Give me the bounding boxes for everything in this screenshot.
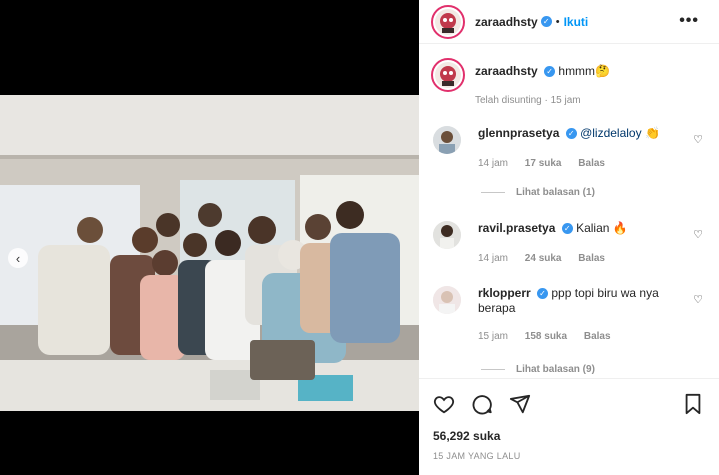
heart-icon[interactable]	[433, 393, 455, 415]
comment-time[interactable]: 14 jam	[478, 253, 508, 264]
post-header: zaraadhsty ✓ • Ikuti •••	[419, 0, 719, 44]
bookmark-icon[interactable]	[683, 393, 703, 415]
comment-item: glennprasetya ✓ @lizdelaloy 👏 14 jam 17 …	[433, 126, 713, 171]
comment-like-heart-icon[interactable]: ♡	[693, 228, 703, 241]
separator-dot: •	[555, 15, 560, 28]
post-timestamp[interactable]: 15 JAM YANG LALU	[433, 451, 521, 461]
caption-username[interactable]: zaraadhsty	[475, 64, 538, 78]
view-replies-button[interactable]: Lihat balasan (9)	[481, 364, 595, 375]
likes-count[interactable]: 56,292 suka	[433, 429, 500, 443]
author-username[interactable]: zaraadhsty	[475, 15, 538, 29]
commenter-avatar[interactable]	[433, 221, 461, 249]
reply-button[interactable]: Balas	[584, 331, 611, 342]
comment-time[interactable]: 15 jam	[478, 331, 508, 342]
edited-label: Telah disunting	[475, 95, 542, 106]
more-options-icon[interactable]: •••	[679, 12, 699, 30]
caption-time: 15 jam	[550, 95, 581, 106]
caption-text: hmmm🤔	[558, 64, 610, 78]
comment-likes[interactable]: 17 suka	[525, 158, 562, 169]
verified-badge-icon: ✓	[537, 288, 549, 300]
post-photo[interactable]	[0, 95, 419, 411]
verified-badge-icon: ✓	[540, 16, 552, 27]
comment-like-heart-icon[interactable]: ♡	[693, 133, 703, 146]
comment-like-heart-icon[interactable]: ♡	[693, 293, 703, 306]
verified-badge-icon: ✓	[561, 223, 573, 235]
reply-button[interactable]: Balas	[578, 158, 605, 169]
caption-avatar[interactable]	[431, 58, 465, 92]
author-avatar[interactable]	[431, 4, 465, 39]
share-icon[interactable]	[509, 393, 531, 415]
comment-item: rklopperr ✓ ppp topi biru wa nya berapa …	[433, 286, 713, 344]
commenter-avatar[interactable]	[433, 286, 461, 314]
previous-photo-button[interactable]: ‹	[8, 248, 28, 268]
comment-text: 👏	[641, 126, 660, 140]
view-replies-button[interactable]: Lihat balasan (1)	[481, 187, 595, 198]
instagram-post: ‹ zaraadhsty ✓ • Ikuti ••• zaraadhsty ✓ …	[0, 0, 719, 475]
comment-mention[interactable]: @lizdelaloy	[580, 126, 642, 140]
chevron-left-icon: ‹	[15, 250, 21, 266]
comment-username[interactable]: ravil.prasetya	[478, 221, 555, 235]
commenter-avatar[interactable]	[433, 126, 461, 154]
comment-item: ravil.prasetya ✓ Kalian 🔥 14 jam 24 suka…	[433, 221, 713, 266]
comment-likes[interactable]: 158 suka	[525, 331, 567, 342]
comment-likes[interactable]: 24 suka	[525, 253, 562, 264]
comment-text: Kalian 🔥	[576, 221, 628, 235]
comment-icon[interactable]	[471, 393, 493, 415]
reply-button[interactable]: Balas	[578, 253, 605, 264]
comment-username[interactable]: glennprasetya	[478, 126, 559, 140]
follow-button[interactable]: Ikuti	[564, 15, 589, 29]
post-side-panel: zaraadhsty ✓ • Ikuti ••• zaraadhsty ✓ hm…	[419, 0, 719, 475]
post-actions: 56,292 suka 15 JAM YANG LALU	[419, 378, 719, 475]
verified-badge-icon: ✓	[565, 128, 577, 140]
comment-time[interactable]: 14 jam	[478, 158, 508, 169]
post-caption: zaraadhsty ✓ hmmm🤔 Telah disunting · 15 …	[431, 58, 610, 106]
verified-badge-icon: ✓	[544, 66, 556, 78]
post-media: ‹	[0, 0, 419, 475]
comment-username[interactable]: rklopperr	[478, 286, 531, 300]
